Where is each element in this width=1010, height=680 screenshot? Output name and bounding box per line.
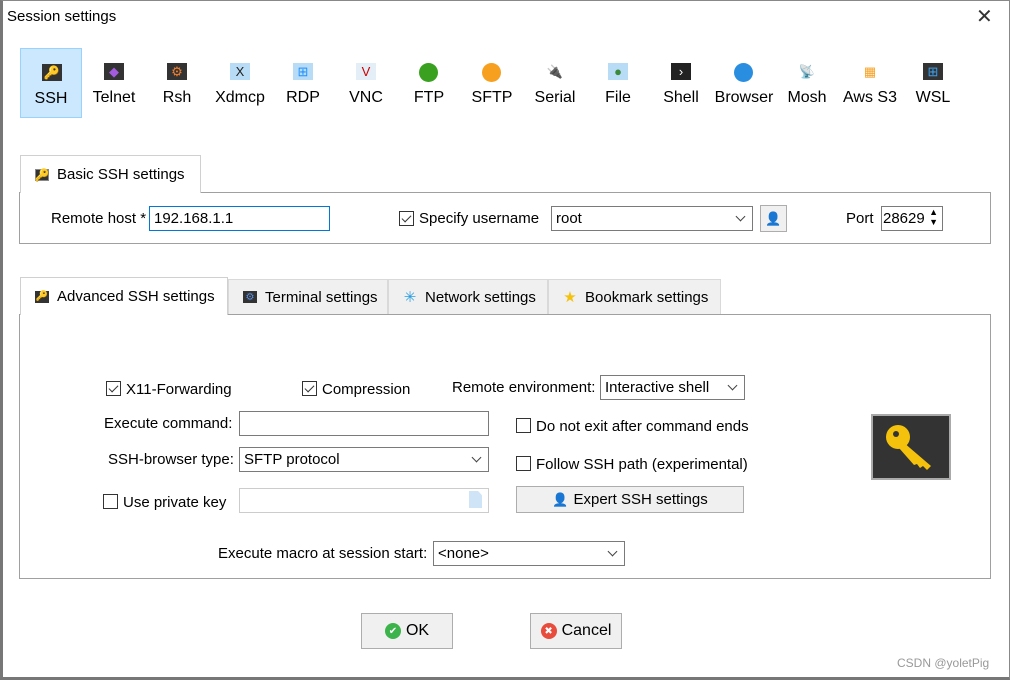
user-key-icon: 👤 (552, 491, 569, 507)
port-value: 28629 (883, 210, 925, 227)
network-icon: ✳ (403, 289, 417, 306)
tab-label: Bookmark settings (585, 288, 709, 306)
tab-bookmark-settings[interactable]: ★ Bookmark settings (548, 279, 721, 315)
compression-label: Compression (322, 381, 411, 398)
execute-command-input[interactable] (239, 411, 489, 436)
username-combobox[interactable]: root (551, 206, 753, 231)
ssh-key-logo (871, 414, 951, 480)
user-key-icon: 👤 (765, 210, 782, 226)
protocol-ftp[interactable]: FTP (398, 48, 460, 118)
cancel-circle-icon: ✖ (540, 623, 557, 639)
follow-ssh-path-checkbox[interactable] (516, 456, 531, 471)
ssh-browser-type-label: SSH-browser type: (108, 451, 234, 468)
do-not-exit-checkbox[interactable] (516, 418, 531, 433)
key-icon: 🔑 (35, 290, 49, 303)
tab-label: Basic SSH settings (57, 166, 185, 183)
protocol-aws-s3[interactable]: ▦ Aws S3 (839, 48, 901, 118)
x-monitor-icon: X (230, 63, 250, 80)
remote-host-input[interactable]: 192.168.1.1 (149, 206, 330, 231)
expert-ssh-settings-label: Expert SSH settings (573, 491, 708, 508)
windows-icon: ⊞ (923, 63, 943, 80)
file-icon[interactable] (469, 491, 482, 508)
user-credentials-button[interactable]: 👤 (760, 205, 787, 232)
key-icon (886, 425, 931, 470)
file-monitor-icon: ● (608, 63, 628, 80)
terminal-icon: ⚙ (243, 291, 257, 303)
vnc-monitor-icon: V (356, 63, 376, 80)
terminal-icon: › (671, 63, 691, 80)
execute-macro-select[interactable]: <none> (433, 541, 625, 566)
compression-checkbox[interactable] (302, 381, 317, 396)
close-button[interactable]: ✕ (976, 4, 993, 29)
cancel-button[interactable]: ✖ Cancel (530, 613, 622, 649)
protocol-wsl[interactable]: ⊞ WSL (902, 48, 964, 118)
tab-network-settings[interactable]: ✳ Network settings (388, 279, 548, 315)
spinner-arrows-icon[interactable]: ▲ ▼ (929, 207, 938, 227)
windows-monitor-icon: ⊞ (293, 63, 313, 80)
specify-username-checkbox[interactable] (399, 211, 414, 226)
protocol-serial[interactable]: 🔌 Serial (524, 48, 586, 118)
key-icon: 🔑 (42, 64, 62, 81)
expert-ssh-settings-button[interactable]: 👤 Expert SSH settings (516, 486, 744, 513)
ssh-browser-type-select[interactable]: SFTP protocol (239, 447, 489, 472)
star-icon: ★ (563, 289, 577, 306)
protocol-vnc[interactable]: V VNC (335, 48, 397, 118)
window-title: Session settings (7, 8, 117, 25)
protocol-ssh[interactable]: 🔑 SSH (20, 48, 82, 118)
orange-globe-icon (482, 63, 501, 82)
follow-ssh-path-label: Follow SSH path (experimental) (536, 456, 748, 473)
execute-command-label: Execute command: (104, 415, 233, 432)
cancel-label: Cancel (561, 622, 612, 639)
advanced-settings-panel (19, 314, 991, 579)
do-not-exit-label: Do not exit after command ends (536, 418, 749, 435)
protocol-label: WSL (915, 89, 951, 106)
aws-cubes-icon: ▦ (860, 63, 880, 80)
ok-label: OK (405, 622, 430, 639)
key-icon: 🔑 (34, 167, 50, 182)
telnet-icon: ◆ (104, 63, 124, 80)
ok-button[interactable]: ✔ OK (361, 613, 453, 649)
port-spinner[interactable]: 28629 ▲ ▼ (881, 206, 943, 231)
tab-terminal-settings[interactable]: ⚙ Terminal settings (228, 279, 388, 315)
protocol-browser[interactable]: Browser (713, 48, 775, 118)
remote-environment-value: Interactive shell (605, 379, 710, 396)
remote-environment-label: Remote environment: (452, 379, 596, 396)
remote-environment-select[interactable]: Interactive shell (600, 375, 745, 400)
gears-icon: ⚙ (167, 63, 187, 80)
protocol-xdmcp[interactable]: X Xdmcp (209, 48, 271, 118)
x11-forwarding-label: X11-Forwarding (126, 381, 232, 398)
port-label: Port (846, 210, 874, 227)
green-globe-icon (419, 63, 438, 82)
globe-icon (734, 63, 753, 82)
use-private-key-checkbox[interactable] (103, 494, 118, 509)
private-key-input[interactable] (239, 488, 489, 513)
protocol-shell[interactable]: › Shell (650, 48, 712, 118)
tab-label: Terminal settings (265, 288, 378, 306)
use-private-key-label: Use private key (123, 494, 227, 511)
protocol-mosh[interactable]: 📡 Mosh (776, 48, 838, 118)
x11-forwarding-checkbox[interactable] (106, 381, 121, 396)
protocol-rsh[interactable]: ⚙ Rsh (146, 48, 208, 118)
remote-host-label: Remote host * (51, 210, 147, 227)
protocol-file[interactable]: ● File (587, 48, 649, 118)
username-value: root (556, 210, 582, 227)
ssh-browser-type-value: SFTP protocol (244, 451, 340, 468)
check-circle-icon: ✔ (384, 623, 401, 639)
tab-advanced-ssh-settings[interactable]: 🔑 Advanced SSH settings (20, 277, 228, 315)
tab-label: Network settings (425, 288, 536, 306)
tab-label: Advanced SSH settings (57, 288, 215, 305)
execute-macro-label: Execute macro at session start: (218, 545, 428, 562)
specify-username-label: Specify username (419, 210, 540, 227)
execute-macro-value: <none> (438, 545, 489, 562)
protocol-telnet[interactable]: ◆ Telnet (83, 48, 145, 118)
watermark: CSDN @yoletPig (897, 656, 990, 670)
protocol-rdp[interactable]: ⊞ RDP (272, 48, 334, 118)
tab-basic-ssh-settings[interactable]: 🔑 Basic SSH settings (20, 155, 201, 193)
plug-icon: 🔌 (545, 63, 565, 80)
satellite-dish-icon: 📡 (797, 63, 817, 80)
protocol-sftp[interactable]: SFTP (461, 48, 523, 118)
